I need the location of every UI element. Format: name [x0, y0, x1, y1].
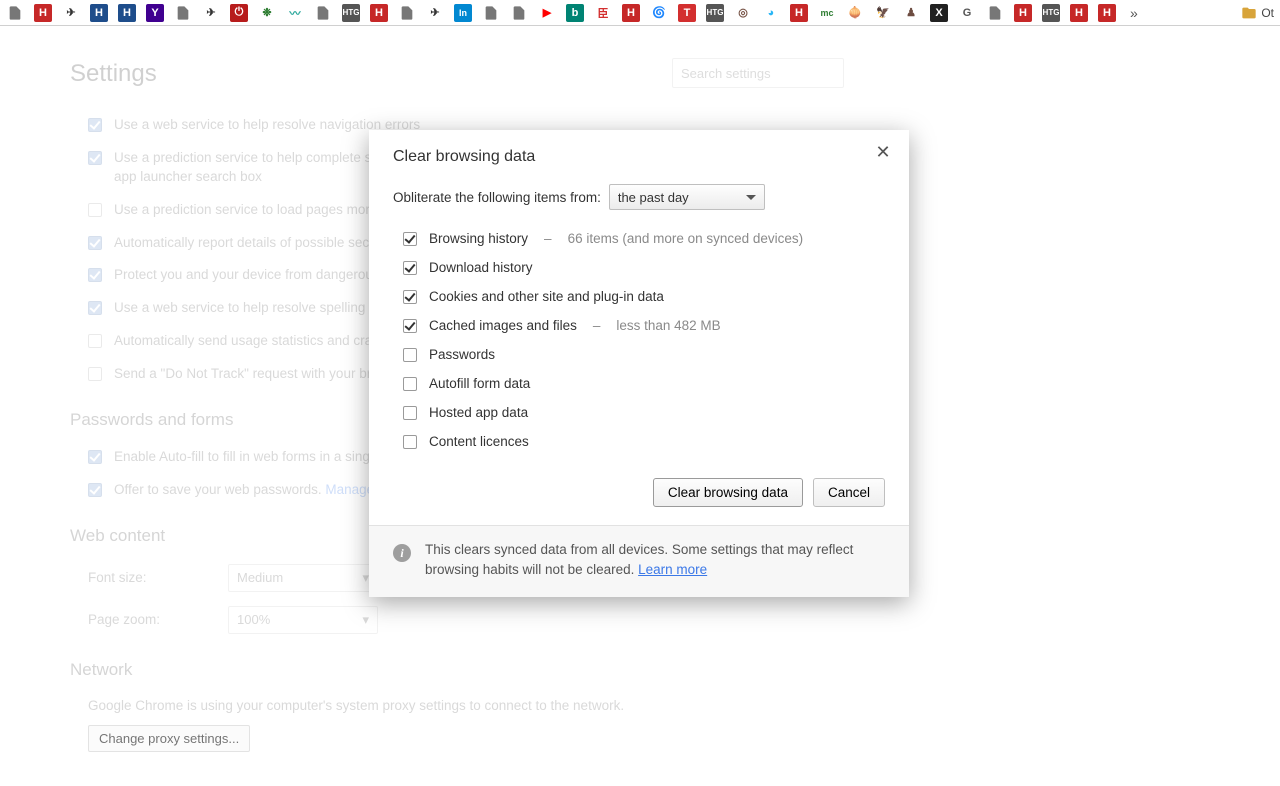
item-label: Autofill form data: [429, 376, 530, 391]
bookmark-icon[interactable]: [6, 4, 24, 22]
bookmark-icon[interactable]: H: [622, 4, 640, 22]
bookmark-icon[interactable]: ▶: [538, 4, 556, 22]
checkbox[interactable]: [403, 406, 417, 420]
bookmark-icon[interactable]: HTG: [706, 4, 724, 22]
checkbox[interactable]: [403, 435, 417, 449]
bookmark-icon[interactable]: 🧅: [846, 4, 864, 22]
time-range-select[interactable]: the past day: [609, 184, 765, 210]
item-label: Cookies and other site and plug-in data: [429, 289, 664, 304]
bookmark-icon[interactable]: [482, 4, 500, 22]
bookmark-icon[interactable]: ✈: [62, 4, 80, 22]
bookmark-icon[interactable]: G: [958, 4, 976, 22]
bookmark-icon[interactable]: X: [930, 4, 948, 22]
item-subtext: 66 items (and more on synced devices): [568, 231, 804, 246]
bookmark-icon[interactable]: H: [1098, 4, 1116, 22]
clear-data-item: Cached images and files–less than 482 MB: [393, 311, 885, 340]
bookmark-icon[interactable]: ◕: [762, 4, 780, 22]
bookmark-icon[interactable]: T: [678, 4, 696, 22]
bookmark-icon[interactable]: [986, 4, 1004, 22]
bookmark-icon[interactable]: H: [1070, 4, 1088, 22]
item-label: Browsing history: [429, 231, 528, 246]
bookmark-folder[interactable]: Ot: [1241, 5, 1274, 21]
cancel-button[interactable]: Cancel: [813, 478, 885, 507]
bookmark-icon[interactable]: b: [566, 4, 584, 22]
bookmark-icon[interactable]: H: [790, 4, 808, 22]
bookmark-icon[interactable]: Y: [146, 4, 164, 22]
obliterate-label: Obliterate the following items from:: [393, 190, 601, 205]
checkbox[interactable]: [403, 232, 417, 246]
dialog-title: Clear browsing data: [393, 148, 885, 166]
bookmark-icon[interactable]: HTG: [342, 4, 360, 22]
item-label: Download history: [429, 260, 533, 275]
item-label: Hosted app data: [429, 405, 528, 420]
clear-data-item: Content licences: [393, 427, 885, 456]
dialog-footer-text: This clears synced data from all devices…: [425, 540, 885, 581]
bookmark-icon[interactable]: ✈: [426, 4, 444, 22]
clear-data-item: Download history: [393, 253, 885, 282]
bookmark-icon[interactable]: In: [454, 4, 472, 22]
bookmark-icon[interactable]: ⏻: [230, 4, 248, 22]
checkbox[interactable]: [403, 377, 417, 391]
bookmark-icon[interactable]: ◎: [734, 4, 752, 22]
info-icon: i: [393, 544, 411, 562]
bookmark-icon[interactable]: [398, 4, 416, 22]
checkbox[interactable]: [403, 348, 417, 362]
bookmark-icon[interactable]: H: [90, 4, 108, 22]
item-label: Passwords: [429, 347, 495, 362]
bookmark-icon[interactable]: ♟: [902, 4, 920, 22]
checkbox[interactable]: [403, 261, 417, 275]
chevron-down-icon: [746, 195, 756, 200]
bookmark-icon[interactable]: HTG: [1042, 4, 1060, 22]
bookmark-icon[interactable]: 〰: [286, 4, 304, 22]
bookmark-icon[interactable]: H: [1014, 4, 1032, 22]
clear-data-item: Passwords: [393, 340, 885, 369]
bookmark-icon[interactable]: 🦅: [874, 4, 892, 22]
bookmark-icon[interactable]: H: [34, 4, 52, 22]
item-subtext: less than 482 MB: [616, 318, 720, 333]
clear-data-item: Cookies and other site and plug-in data: [393, 282, 885, 311]
close-icon[interactable]: ✕: [871, 140, 895, 164]
bookmark-icon[interactable]: H: [370, 4, 388, 22]
bookmark-icon[interactable]: 臣: [594, 4, 612, 22]
bookmark-icon[interactable]: ❉: [258, 4, 276, 22]
bookmark-icon[interactable]: H: [118, 4, 136, 22]
bookmark-overflow[interactable]: »: [1126, 5, 1142, 21]
bookmark-icon[interactable]: mc: [818, 4, 836, 22]
time-range-value: the past day: [618, 190, 689, 205]
clear-browsing-data-button[interactable]: Clear browsing data: [653, 478, 803, 507]
change-proxy-button[interactable]: Change proxy settings...: [88, 725, 250, 752]
bookmark-icon[interactable]: [174, 4, 192, 22]
item-label: Content licences: [429, 434, 529, 449]
bookmark-bar: H ✈ H H Y ✈ ⏻ ❉ 〰 HTG H ✈ In ▶ b 臣 H 🌀 T…: [0, 0, 1280, 26]
bookmark-folder-label: Ot: [1261, 6, 1274, 20]
bookmark-icon[interactable]: 🌀: [650, 4, 668, 22]
clear-browsing-data-dialog: Clear browsing data ✕ Obliterate the fol…: [369, 130, 909, 597]
bookmark-icon[interactable]: [314, 4, 332, 22]
clear-data-item: Browsing history–66 items (and more on s…: [393, 224, 885, 253]
learn-more-link[interactable]: Learn more: [638, 562, 707, 577]
clear-data-item: Hosted app data: [393, 398, 885, 427]
bookmark-icon[interactable]: ✈: [202, 4, 220, 22]
checkbox[interactable]: [403, 319, 417, 333]
clear-data-item: Autofill form data: [393, 369, 885, 398]
checkbox[interactable]: [403, 290, 417, 304]
bookmark-icon[interactable]: [510, 4, 528, 22]
item-label: Cached images and files: [429, 318, 577, 333]
